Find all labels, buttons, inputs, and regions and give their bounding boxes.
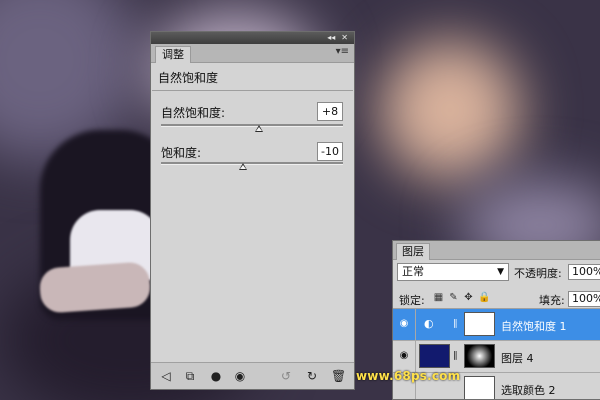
layer-name: 图层 4 (501, 352, 534, 365)
reset-icon[interactable]: ↻ (305, 369, 319, 383)
divider (152, 90, 353, 91)
lock-all-icon[interactable]: 🔒 (478, 292, 490, 303)
layer-mask-thumbnail (464, 312, 495, 336)
lock-paint-icon[interactable]: ✎ (448, 292, 459, 303)
collapse-panel-button[interactable]: ◂◂ (325, 33, 337, 43)
adjustments-panel: ◂◂ ✕ 调整 ▾≡ 自然饱和度 自然饱和度: +8 饱和度: -10 ◁ ⧉ … (150, 31, 355, 390)
adjustments-footer: ◁ ⧉ ● ◉ ↺ ↻ 🗑 (151, 362, 354, 389)
panel-menu-button[interactable]: ▾≡ (336, 46, 349, 57)
layer-mask-icon[interactable]: ● (209, 369, 223, 383)
lock-position-icon[interactable]: ✥ (463, 292, 474, 303)
layer-mask-thumbnail (464, 344, 495, 368)
fill-label: 填充: (539, 294, 565, 307)
link-icon[interactable]: ∥ (453, 318, 461, 330)
visibility-eye-icon[interactable]: ◉ (233, 369, 247, 383)
adjustment-title: 自然饱和度 (158, 71, 219, 85)
back-arrow-icon[interactable]: ◁ (159, 369, 173, 383)
fill-input[interactable]: 100% (568, 291, 600, 307)
layer-name: 选取颜色 2 (501, 384, 556, 397)
layer-name: 自然饱和度 1 (501, 320, 567, 333)
panel-tabrow: 调整 ▾≡ (151, 44, 354, 63)
panel-titlebar: ◂◂ ✕ (151, 32, 354, 44)
close-panel-button[interactable]: ✕ (339, 33, 350, 43)
vibrance-slider-track[interactable] (161, 124, 343, 127)
layer-row-vibrance[interactable]: ◉ ◐ ∥ 自然饱和度 1 (393, 309, 600, 341)
trash-icon[interactable]: 🗑 (331, 369, 346, 383)
adjustment-layer-icon: ◐ (424, 317, 434, 330)
link-icon[interactable]: ∥ (453, 350, 461, 362)
blend-mode-value: 正常 (402, 265, 424, 278)
vibrance-input[interactable]: +8 (317, 102, 343, 121)
saturation-label: 饱和度: (161, 146, 202, 160)
saturation-slider-thumb[interactable] (238, 163, 247, 170)
blend-mode-select[interactable]: 正常 ▼ (397, 263, 509, 281)
tab-adjustments[interactable]: 调整 (155, 46, 191, 63)
site-watermark: www.68ps.com (356, 369, 461, 383)
lock-label: 锁定: (399, 294, 425, 307)
previous-state-icon[interactable]: ↺ (279, 369, 293, 383)
eye-icon[interactable]: ◉ (397, 350, 411, 362)
eye-icon[interactable]: ◉ (397, 318, 411, 330)
layer-thumbnail (419, 344, 450, 368)
layer-mask-thumbnail (464, 376, 495, 399)
vibrance-slider-thumb[interactable] (255, 125, 264, 132)
vibrance-label: 自然饱和度: (161, 106, 226, 120)
lock-transparency-icon[interactable]: ▦ (433, 292, 444, 303)
layers-tabrow: 图层 (393, 241, 600, 260)
opacity-label: 不透明度: (514, 267, 562, 280)
clip-to-layer-icon[interactable]: ⧉ (183, 369, 197, 383)
tab-layers[interactable]: 图层 (396, 243, 430, 260)
chevron-down-icon: ▼ (497, 267, 504, 277)
opacity-input[interactable]: 100% (568, 264, 600, 280)
saturation-slider-track[interactable] (161, 162, 343, 165)
saturation-input[interactable]: -10 (317, 142, 343, 161)
